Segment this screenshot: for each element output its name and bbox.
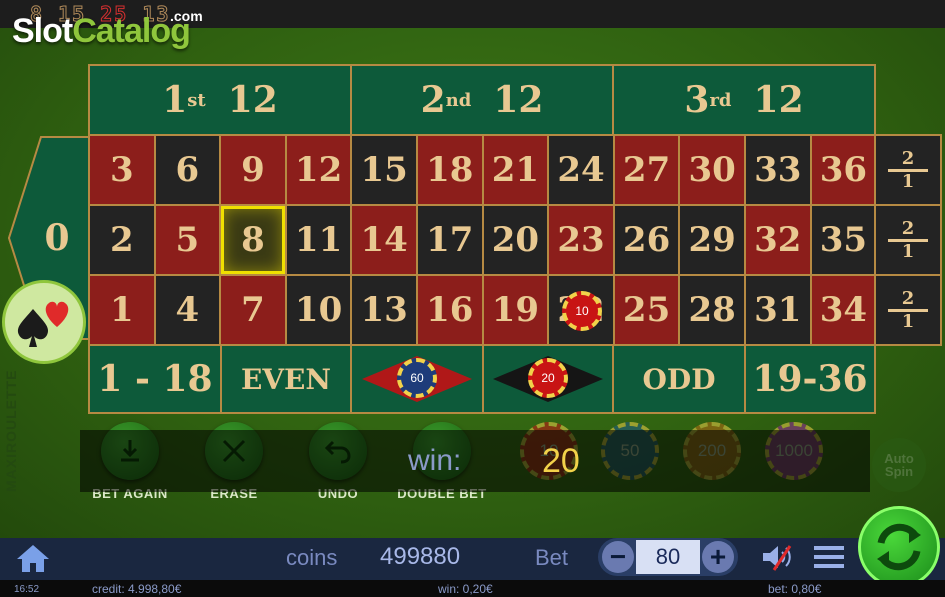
bet-status: bet: 0,80€	[768, 582, 822, 596]
number-cell-8[interactable]: 8	[219, 204, 287, 276]
number-cell-29[interactable]: 29	[678, 204, 746, 276]
number-cell-36[interactable]: 36	[809, 134, 878, 206]
bet-minus-button[interactable]: −	[602, 541, 634, 573]
number-cell-20[interactable]: 20	[481, 204, 550, 276]
number-cell-13[interactable]: 13	[350, 274, 418, 346]
spade-heart-icon	[17, 301, 69, 347]
bet-plus-button[interactable]: +	[702, 541, 734, 573]
bottom-bar	[0, 538, 945, 580]
number-cell-26[interactable]: 26	[612, 204, 681, 276]
number-cell-16[interactable]: 16	[416, 274, 484, 346]
number-cell-2[interactable]: 2	[88, 204, 156, 276]
column-bet-middle[interactable]: 21	[874, 204, 942, 276]
menu-icon[interactable]	[812, 542, 846, 572]
number-cell-4[interactable]: 4	[153, 274, 222, 346]
status-bar: 16:52 credit: 4.998,80€ win: 0,20€ bet: …	[0, 580, 945, 597]
number-cell-30[interactable]: 30	[678, 134, 746, 206]
win-status: win: 0,20€	[438, 582, 493, 596]
number-cell-28[interactable]: 28	[678, 274, 746, 346]
number-cell-9[interactable]: 9	[219, 134, 287, 206]
number-cell-17[interactable]: 17	[416, 204, 484, 276]
bet-odd[interactable]: ODD	[612, 344, 746, 414]
number-cell-1[interactable]: 1	[88, 274, 156, 346]
number-cell-19[interactable]: 19	[481, 274, 550, 346]
number-cell-32[interactable]: 32	[744, 204, 812, 276]
refresh-icon	[877, 523, 921, 571]
number-cell-5[interactable]: 5	[153, 204, 222, 276]
number-cell-14[interactable]: 14	[350, 204, 418, 276]
number-cell-15[interactable]: 15	[350, 134, 418, 206]
placed-chip-black[interactable]: 20	[528, 358, 568, 398]
auto-spin-button[interactable]: Auto Spin	[872, 438, 926, 492]
sound-muted-icon[interactable]	[760, 542, 796, 572]
number-cell-23[interactable]: 23	[547, 204, 615, 276]
placed-chip-22[interactable]: 10	[562, 291, 602, 331]
credit-status: credit: 4.998,80€	[92, 582, 182, 596]
number-cell-18[interactable]: 18	[416, 134, 484, 206]
number-cell-35[interactable]: 35	[809, 204, 878, 276]
dozen-2nd-12[interactable]: 2nd 12	[350, 64, 614, 136]
column-bet-bottom[interactable]: 21	[874, 274, 942, 346]
number-cell-24[interactable]: 24	[547, 134, 615, 206]
number-cell-3[interactable]: 3	[88, 134, 156, 206]
bet-label: Bet	[535, 545, 569, 570]
bet-even[interactable]: EVEN	[220, 344, 352, 414]
number-cell-34[interactable]: 34	[809, 274, 878, 346]
number-cell-31[interactable]: 31	[744, 274, 812, 346]
dozen-3rd-12[interactable]: 3rd 12	[612, 64, 876, 136]
home-icon[interactable]	[14, 542, 52, 574]
bet-19-36[interactable]: 19-36	[744, 344, 876, 414]
number-cell-21[interactable]: 21	[481, 134, 550, 206]
coins-value: 499880	[380, 543, 461, 570]
number-cell-12[interactable]: 12	[284, 134, 353, 206]
column-bet-top[interactable]: 21	[874, 134, 942, 206]
win-label: win:	[408, 444, 462, 477]
number-cell-33[interactable]: 33	[744, 134, 812, 206]
number-cell-10[interactable]: 10	[284, 274, 353, 346]
slotcatalog-logo: SlotCatalog .com	[12, 8, 203, 50]
maxiroulette-brand: MAXIROULETTE	[3, 369, 19, 492]
win-value: 20	[542, 442, 580, 480]
win-overlay	[80, 430, 870, 492]
coins-label: coins	[286, 545, 338, 570]
bet-1-18[interactable]: 1 - 18	[88, 344, 222, 414]
bet-value: 80	[636, 540, 700, 574]
number-cell-11[interactable]: 11	[284, 204, 353, 276]
number-cell-25[interactable]: 25	[612, 274, 681, 346]
number-cell-27[interactable]: 27	[612, 134, 681, 206]
dozen-1st-12[interactable]: 1st 12	[88, 64, 352, 136]
placed-chip-red[interactable]: 60	[397, 358, 437, 398]
spin-button[interactable]	[858, 506, 940, 588]
number-cell-7[interactable]: 7	[219, 274, 287, 346]
clock: 16:52	[14, 584, 40, 595]
number-cell-6[interactable]: 6	[153, 134, 222, 206]
